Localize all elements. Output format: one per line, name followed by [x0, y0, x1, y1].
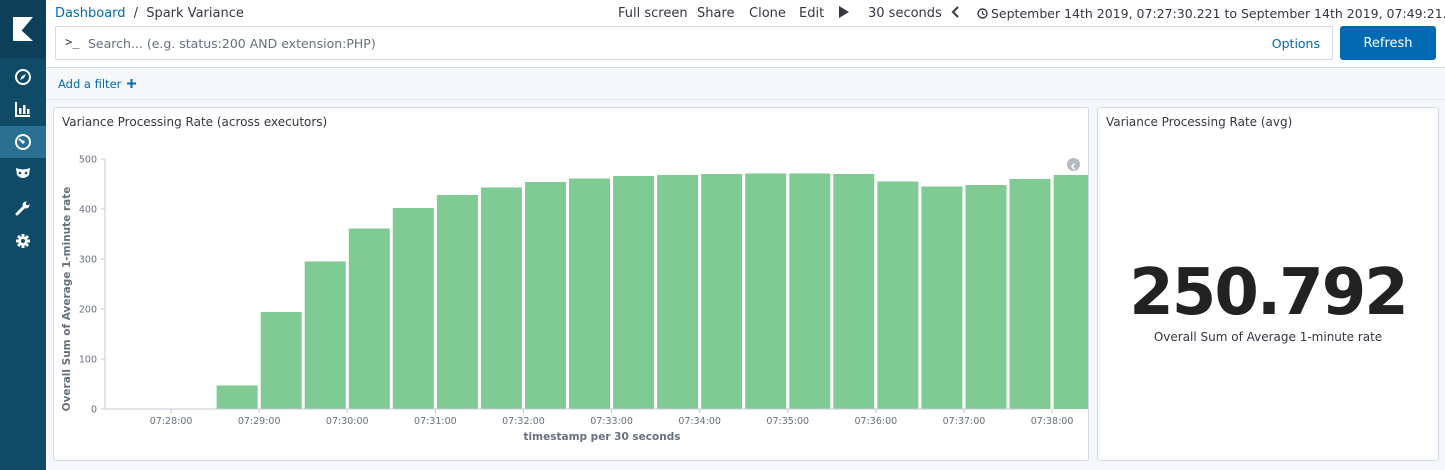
bar-chart-panel: Variance Processing Rate (across executo… — [53, 107, 1089, 461]
dashboard-gauge-icon — [15, 134, 31, 150]
share-button[interactable]: Share — [697, 5, 735, 23]
chart-bar[interactable] — [921, 186, 963, 410]
x-tick-label: 07:31:00 — [414, 416, 457, 427]
chart-bar[interactable] — [348, 228, 390, 410]
y-tick-label: 200 — [79, 305, 97, 316]
time-range-picker[interactable]: September 14th 2019, 07:27:30.221 to Sep… — [991, 5, 1445, 23]
chart-bar[interactable] — [657, 175, 699, 409]
bar-chart-icon — [15, 102, 30, 117]
clone-button[interactable]: Clone — [749, 5, 786, 23]
metric-value: 250.792 — [1129, 256, 1409, 330]
edit-button[interactable]: Edit — [799, 5, 824, 23]
chart-bar[interactable] — [613, 176, 655, 409]
chart-bar[interactable] — [1053, 175, 1088, 409]
mask-icon — [16, 168, 30, 178]
kibana-logo-icon[interactable] — [0, 0, 46, 58]
wrench-icon — [15, 201, 30, 216]
metric-label: Overall Sum of Average 1-minute rate — [1153, 330, 1383, 344]
x-tick-label: 07:32:00 — [502, 416, 545, 427]
chart-bar[interactable] — [480, 187, 522, 410]
gear-icon — [16, 234, 30, 248]
x-tick-label: 07:36:00 — [855, 416, 898, 427]
y-tick-label: 0 — [91, 405, 97, 416]
chart-bar[interactable] — [436, 195, 478, 409]
chart-bar[interactable] — [965, 185, 1007, 409]
x-tick-label: 07:28:00 — [150, 416, 193, 427]
query-prompt-icon: >_ — [65, 35, 80, 49]
full-screen-button[interactable]: Full screen — [618, 5, 688, 23]
y-axis-title: Overall Sum of Average 1-minute rate — [61, 187, 73, 412]
play-icon[interactable] — [839, 6, 849, 24]
refresh-button[interactable]: Refresh — [1340, 26, 1436, 60]
chart-bar[interactable] — [877, 181, 919, 410]
metric-panel: Variance Processing Rate (avg) 250.792 O… — [1097, 107, 1439, 461]
sidebar-item-dashboard[interactable] — [0, 126, 46, 158]
x-tick-label: 07:29:00 — [238, 416, 281, 427]
search-input[interactable] — [88, 33, 1238, 53]
chart-bar[interactable] — [833, 174, 875, 409]
x-tick-label: 07:35:00 — [766, 416, 809, 427]
sidebar-item-visualize[interactable] — [0, 93, 46, 125]
sidebar-item-dev-tools[interactable] — [0, 192, 46, 224]
x-tick-label: 07:34:00 — [678, 416, 721, 427]
y-tick-label: 500 — [79, 155, 97, 166]
breadcrumb-separator: / — [133, 6, 139, 21]
x-tick-label: 07:30:00 — [326, 416, 369, 427]
search-bar: >_ Options — [55, 26, 1333, 60]
clock-icon — [977, 7, 988, 25]
filter-bar: Add a filter — [46, 68, 1445, 100]
sidebar-item-canvas[interactable] — [0, 158, 46, 190]
x-tick-label: 07:38:00 — [1031, 416, 1074, 427]
chart-bar[interactable] — [1009, 179, 1051, 409]
bar-chart: 0 100 200 300 400 500 07:28:00 07:29:00 07:30:00… — [61, 155, 1088, 443]
add-filter-label: Add a filter — [58, 77, 122, 91]
y-tick-label: 300 — [79, 255, 97, 266]
compass-icon — [15, 69, 31, 85]
x-tick-label: 07:37:00 — [943, 416, 986, 427]
plus-icon — [127, 79, 137, 88]
breadcrumb-current: Spark Variance — [146, 6, 244, 21]
metric-panel-title: Variance Processing Rate (avg) — [1106, 115, 1293, 129]
breadcrumb: Dashboard / Spark Variance — [55, 5, 244, 23]
y-tick-label: 400 — [79, 205, 97, 216]
chart-bar[interactable] — [789, 173, 831, 410]
chart-bar[interactable] — [216, 385, 258, 410]
chart-bar[interactable] — [304, 261, 346, 410]
chart-bar[interactable] — [701, 174, 743, 409]
sidebar-item-management[interactable] — [0, 225, 46, 257]
breadcrumb-dashboard-link[interactable]: Dashboard — [55, 6, 126, 21]
options-button[interactable]: Options — [1272, 36, 1320, 51]
add-filter-button[interactable]: Add a filter — [58, 77, 137, 91]
chart-bar[interactable] — [745, 173, 787, 410]
x-axis-title: timestamp per 30 seconds — [524, 431, 681, 443]
refresh-interval[interactable]: 30 seconds — [868, 5, 942, 23]
chart-bar[interactable] — [569, 178, 610, 410]
chart-bar[interactable] — [525, 182, 566, 409]
top-bar: Dashboard / Spark Variance Full screen S… — [46, 0, 1445, 68]
sidebar — [0, 0, 46, 470]
legend-toggle-icon[interactable] — [1067, 158, 1080, 171]
sidebar-item-discover[interactable] — [0, 61, 46, 93]
x-tick-label: 07:33:00 — [590, 416, 633, 427]
chart-bar[interactable] — [260, 312, 302, 409]
y-tick-label: 100 — [79, 355, 97, 366]
chevron-left-icon[interactable] — [951, 6, 959, 24]
chart-bar[interactable] — [392, 208, 434, 409]
kibana-logo-icon — [13, 17, 33, 41]
